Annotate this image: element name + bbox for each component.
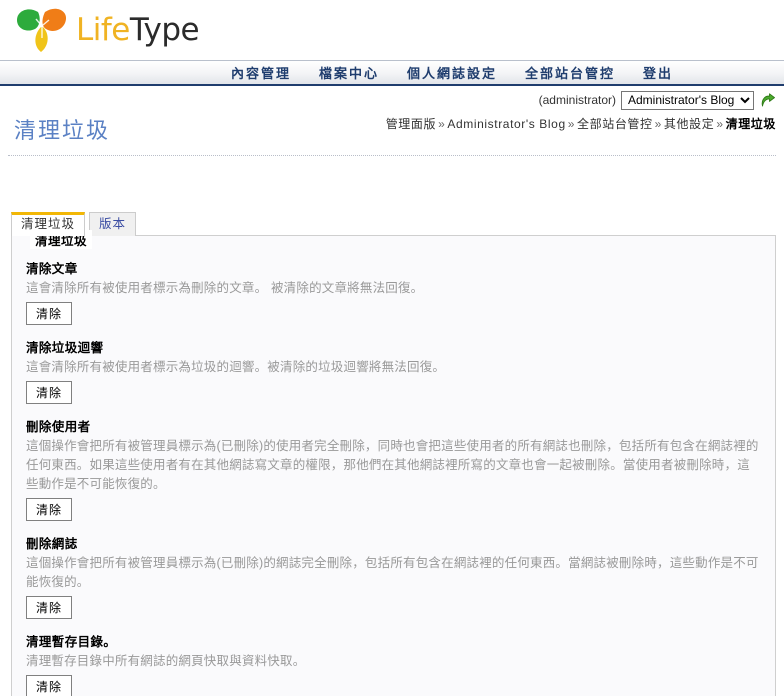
breadcrumb-item-current: 清理垃圾 — [725, 117, 776, 131]
main-navigation: 內容管理 檔案中心 個人網誌設定 全部站台管控 登出 — [0, 60, 784, 86]
logo-text-life: Life — [76, 12, 130, 48]
section-title: 清除垃圾迴響 — [26, 341, 104, 355]
breadcrumb-separator: » — [716, 117, 724, 131]
breadcrumb-separator: » — [654, 117, 662, 131]
section-purge-articles: 清除文章 這會清除所有被使用者標示為刪除的文章。 被清除的文章將無法回復。 清除 — [24, 258, 763, 325]
nav-blog-settings[interactable]: 個人網誌設定 — [407, 63, 497, 82]
breadcrumb-separator: » — [567, 117, 576, 131]
site-header: LifeType — [0, 0, 784, 60]
breadcrumb: 管理面版» Administrator's Blog» 全部站台管控» 其他設定» 清理… — [301, 115, 776, 133]
purge-articles-button[interactable]: 清除 — [26, 302, 73, 325]
page-title-zone: 清理垃圾 管理面版» Administrator's Blog» 全部站台管控» 其他… — [0, 111, 784, 157]
go-arrow-icon[interactable] — [759, 92, 776, 109]
section-title: 清理暫存目錄。 — [26, 635, 117, 649]
logo[interactable]: LifeType — [14, 2, 200, 58]
section-description: 這會清除所有被使用者標示為刪除的文章。 被清除的文章將無法回復。 — [26, 281, 424, 295]
breadcrumb-item-3[interactable]: 全部站台管控 — [577, 117, 653, 131]
breadcrumb-item-4[interactable]: 其他設定 — [664, 117, 714, 131]
section-description: 清理暫存目錄中所有網誌的網頁快取與資料快取。 — [26, 654, 306, 668]
tab-version[interactable]: 版本 — [89, 212, 137, 236]
tab-clean-garbage[interactable]: 清理垃圾 — [11, 212, 86, 236]
blog-select[interactable]: Administrator's Blog — [621, 90, 754, 110]
leaf-logo-icon — [17, 8, 67, 52]
breadcrumb-separator: » — [438, 117, 446, 131]
section-title: 刪除網誌 — [26, 537, 78, 551]
breadcrumb-item-2[interactable]: Administrator's Blog — [447, 117, 565, 131]
section-delete-blogs: 刪除網誌 這個操作會把所有被管理員標示為(已刪除)的網誌完全刪除，包括所有包含在… — [24, 533, 763, 619]
nav-content-management[interactable]: 內容管理 — [231, 63, 291, 82]
delete-blogs-button[interactable]: 清除 — [26, 596, 73, 619]
logo-text-type: Type — [129, 12, 200, 48]
section-description: 這個操作會把所有被管理員標示為(已刪除)的網誌完全刪除，包括所有包含在網誌裡的任… — [26, 556, 759, 589]
title-divider — [8, 155, 776, 156]
section-clean-cache: 清理暫存目錄。 清理暫存目錄中所有網誌的網頁快取與資料快取。 清除 — [24, 631, 763, 696]
logo-text: LifeType — [76, 12, 200, 48]
section-title: 刪除使用者 — [26, 420, 91, 434]
section-description: 這個操作會把所有被管理員標示為(已刪除)的使用者完全刪除，同時也會把這些使用者的… — [26, 439, 759, 491]
nav-logout[interactable]: 登出 — [643, 63, 673, 82]
page-title: 清理垃圾 — [14, 119, 111, 144]
section-purge-spam-comments: 清除垃圾迴響 這會清除所有被使用者標示為垃圾的迴響。被清除的垃圾迴響將無法回復。… — [24, 337, 763, 404]
section-description: 這會清除所有被使用者標示為垃圾的迴響。被清除的垃圾迴響將無法回復。 — [26, 360, 446, 374]
purge-spam-comments-button[interactable]: 清除 — [26, 381, 73, 404]
clean-garbage-panel: 清理垃圾 清除文章 這會清除所有被使用者標示為刪除的文章。 被清除的文章將無法回… — [11, 230, 776, 696]
nav-file-center[interactable]: 檔案中心 — [319, 63, 379, 82]
delete-users-button[interactable]: 清除 — [26, 498, 73, 521]
blog-selector-bar: (administrator) Administrator's Blog — [0, 86, 784, 111]
section-title: 清除文章 — [26, 262, 78, 276]
clean-cache-button[interactable]: 清除 — [26, 675, 73, 696]
nav-site-admin[interactable]: 全部站台管控 — [525, 63, 615, 82]
section-delete-users: 刪除使用者 這個操作會把所有被管理員標示為(已刪除)的使用者完全刪除，同時也會把… — [24, 416, 763, 521]
current-user-label: (administrator) — [538, 93, 616, 107]
breadcrumb-item-1[interactable]: 管理面版 — [386, 117, 436, 131]
tab-bar: 清理垃圾 版本 — [0, 209, 784, 236]
